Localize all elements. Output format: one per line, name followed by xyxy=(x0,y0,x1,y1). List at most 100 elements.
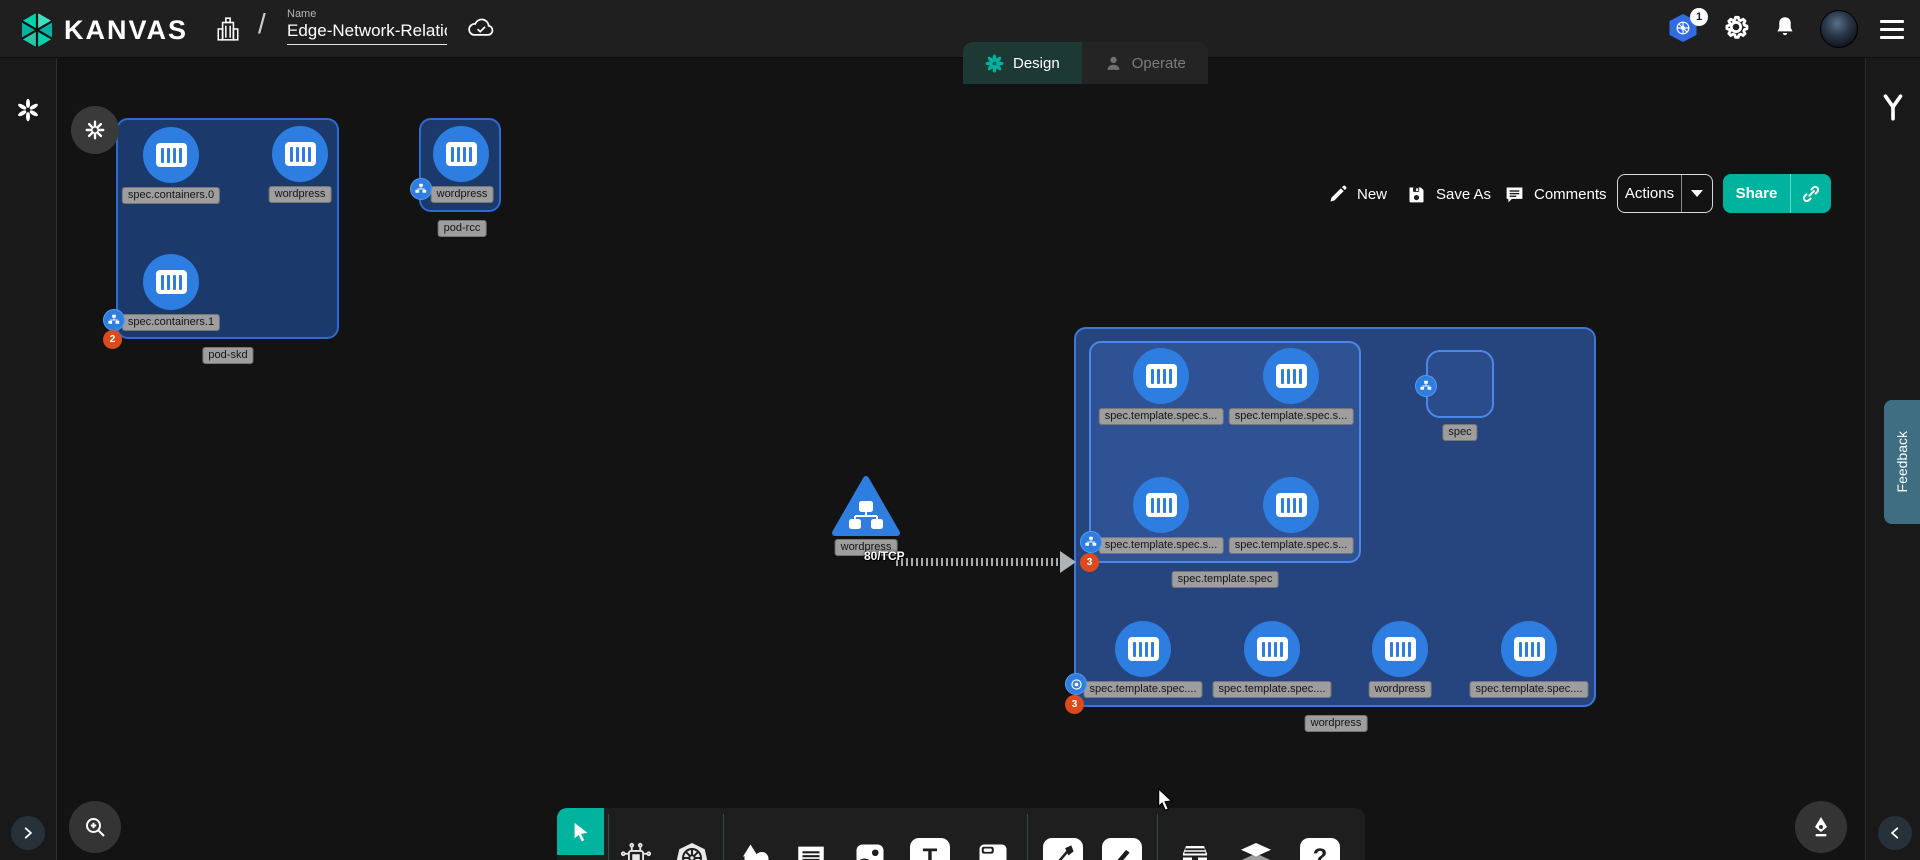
layers-tool[interactable] xyxy=(1233,835,1279,860)
edge-pen-tool[interactable] xyxy=(1040,835,1086,860)
actions-dropdown-button[interactable]: Actions xyxy=(1617,174,1713,213)
container-node[interactable] xyxy=(1133,348,1189,404)
container-node[interactable] xyxy=(1263,348,1319,404)
mode-tabs: Design Operate xyxy=(963,42,1208,84)
container-icon xyxy=(1146,493,1177,517)
network-edge[interactable] xyxy=(896,558,1064,566)
canvas-settings-button[interactable] xyxy=(71,106,119,154)
cursor-arrow-icon xyxy=(570,821,592,843)
pen-nib-button[interactable] xyxy=(1795,801,1847,853)
tab-operate-label: Operate xyxy=(1132,55,1186,72)
comments-icon xyxy=(1504,184,1525,205)
container-icon xyxy=(1385,637,1416,661)
expand-right-panel-button[interactable] xyxy=(1878,816,1912,850)
container-icon xyxy=(1276,364,1307,388)
design-canvas[interactable]: New Save As Comments Actions xyxy=(0,58,1920,860)
node-label: spec.template.spec.... xyxy=(1084,681,1203,698)
hamburger-menu-icon[interactable] xyxy=(1880,20,1904,39)
organization-icon[interactable] xyxy=(215,15,241,48)
image-tool[interactable] xyxy=(847,835,893,860)
text-tool[interactable]: T xyxy=(907,835,953,860)
container-node[interactable] xyxy=(1115,621,1171,677)
edge-arrowhead-icon xyxy=(1060,551,1076,573)
feedback-button[interactable]: Feedback xyxy=(1884,400,1920,524)
toolbar-divider xyxy=(1157,814,1158,860)
layer5-y-icon[interactable] xyxy=(1880,93,1906,128)
chip-icon xyxy=(619,841,653,860)
deployment-kind-badge[interactable] xyxy=(1065,673,1087,695)
cloud-save-icon[interactable] xyxy=(466,16,496,45)
container-node[interactable] xyxy=(143,127,199,183)
link-icon xyxy=(1801,184,1821,204)
comments-button[interactable]: Comments xyxy=(1504,176,1607,212)
copy-link-button[interactable] xyxy=(1791,184,1831,204)
group-pod-skd[interactable]: spec.containers.0 wordpress spec.contain… xyxy=(116,118,339,339)
design-name-block: Name xyxy=(287,8,447,45)
pod-kind-badge[interactable] xyxy=(410,178,432,200)
settings-gear-icon[interactable] xyxy=(1722,13,1750,46)
pod-kind-badge[interactable] xyxy=(1080,531,1102,553)
new-button[interactable]: New xyxy=(1328,176,1387,212)
k8s-context-count-badge: 1 xyxy=(1690,8,1708,26)
image-icon xyxy=(852,840,888,860)
tab-operate[interactable]: Operate xyxy=(1082,42,1208,84)
container-node[interactable] xyxy=(433,126,489,182)
container-node[interactable] xyxy=(1372,621,1428,677)
drawer-archive-tool[interactable] xyxy=(1172,835,1218,860)
node-label: spec.containers.1 xyxy=(122,314,220,331)
share-button[interactable]: Share xyxy=(1723,174,1831,213)
canvas-toolbar: T xyxy=(557,808,1365,860)
container-node[interactable] xyxy=(1244,621,1300,677)
save-as-button[interactable]: Save As xyxy=(1406,176,1491,212)
node-label: wordpress xyxy=(1369,681,1432,698)
pod-kind-badge[interactable] xyxy=(1415,375,1437,397)
pen-line-icon xyxy=(1043,838,1083,860)
pod-kind-badge[interactable] xyxy=(103,309,125,331)
error-count-badge[interactable]: 3 xyxy=(1080,553,1099,572)
kanvas-logo[interactable]: KANVAS xyxy=(18,11,188,49)
expand-left-panel-button[interactable] xyxy=(11,816,45,850)
node-label: wordpress xyxy=(269,186,332,203)
error-count-badge[interactable]: 2 xyxy=(103,330,122,349)
node-spec[interactable] xyxy=(1426,350,1494,418)
group-label: spec.template.spec xyxy=(1172,571,1279,588)
container-node[interactable] xyxy=(1263,477,1319,533)
share-button-label: Share xyxy=(1723,185,1790,202)
actions-caret-button[interactable] xyxy=(1682,190,1712,197)
container-icon xyxy=(1128,637,1159,661)
error-count-badge[interactable]: 3 xyxy=(1065,695,1084,714)
freehand-draw-tool[interactable] xyxy=(1099,835,1145,860)
avatar[interactable] xyxy=(1820,10,1858,48)
text-T-icon: T xyxy=(910,838,950,860)
kubernetes-tool[interactable] xyxy=(669,835,715,860)
zoom-search-button[interactable] xyxy=(69,801,121,853)
kubernetes-context-icon[interactable]: 1 xyxy=(1668,14,1700,44)
comment-tool[interactable] xyxy=(788,835,834,860)
save-as-button-label: Save As xyxy=(1436,186,1491,203)
container-node[interactable] xyxy=(1133,477,1189,533)
left-sidebar-strip xyxy=(0,58,57,860)
kubernetes-wheel-icon xyxy=(674,840,710,860)
group-deployment-wordpress[interactable]: spec.template.spec.s... spec.template.sp… xyxy=(1074,327,1596,707)
new-button-label: New xyxy=(1357,186,1387,203)
group-pod-rcc[interactable]: wordpress pod-rcc xyxy=(419,118,501,212)
sync-spinner-icon[interactable] xyxy=(16,98,40,127)
group-spec-template-spec[interactable]: spec.template.spec.s... spec.template.sp… xyxy=(1089,341,1361,563)
design-name-input[interactable] xyxy=(287,20,447,45)
shapes-icon xyxy=(737,840,773,860)
save-icon xyxy=(1406,184,1427,205)
notifications-bell-icon[interactable] xyxy=(1772,14,1798,45)
rectangle-note-tool[interactable] xyxy=(970,835,1016,860)
container-node[interactable] xyxy=(143,254,199,310)
service-node-wordpress[interactable] xyxy=(831,476,901,543)
group-label: wordpress xyxy=(1305,715,1368,732)
container-node[interactable] xyxy=(272,126,328,182)
components-chip-tool[interactable] xyxy=(613,835,659,860)
shapes-tool[interactable] xyxy=(732,835,778,860)
tab-design[interactable]: Design xyxy=(963,42,1082,84)
select-tool[interactable] xyxy=(557,808,604,855)
app-header: KANVAS / Name xyxy=(0,0,1920,58)
design-flower-icon xyxy=(985,54,1004,73)
help-tool[interactable]: ? xyxy=(1297,835,1343,860)
container-node[interactable] xyxy=(1501,621,1557,677)
